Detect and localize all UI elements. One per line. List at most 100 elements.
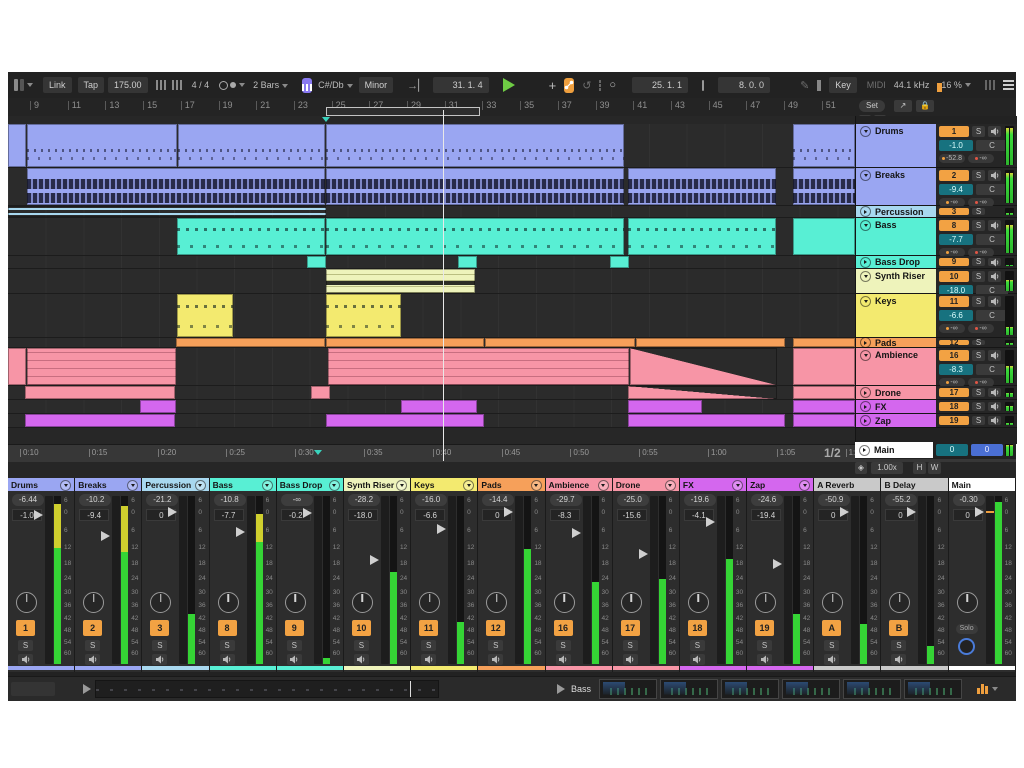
cpu-load-label[interactable]: 16 %: [941, 80, 962, 90]
mixer-strip-fx[interactable]: FX-19.6-4.160612182430364248546018S: [680, 478, 747, 672]
solo-button[interactable]: S: [972, 220, 985, 231]
clip-bass[interactable]: [793, 218, 855, 255]
device-thumbnail[interactable]: [599, 679, 657, 699]
clip-fx[interactable]: [140, 400, 176, 413]
clip-pads[interactable]: [793, 338, 855, 347]
fader-track[interactable]: [583, 496, 591, 664]
fader-handle[interactable]: [101, 531, 110, 541]
fader-track[interactable]: [179, 496, 187, 664]
strip-number-button[interactable]: 2: [83, 620, 102, 636]
fader-track[interactable]: [381, 496, 389, 664]
volume-field[interactable]: -19.4: [751, 509, 781, 521]
fader-track[interactable]: [918, 496, 926, 664]
clip-zap[interactable]: [628, 414, 785, 427]
fold-icon[interactable]: [860, 271, 871, 282]
track-volume-field[interactable]: -6.6: [939, 310, 973, 321]
strip-solo-button[interactable]: S: [354, 640, 369, 651]
track-number-button[interactable]: 12: [939, 340, 969, 345]
fold-icon[interactable]: [860, 401, 871, 412]
send-b-field[interactable]: -∞: [968, 324, 994, 333]
peak-level-field[interactable]: -50.9: [818, 494, 850, 506]
track-lane-bass-drop[interactable]: [8, 256, 855, 269]
solo-button[interactable]: S: [972, 350, 985, 361]
device-thumbnail[interactable]: [843, 679, 901, 699]
track-number-button[interactable]: 10: [939, 271, 969, 282]
speaker-preview-icon[interactable]: ◈: [855, 462, 867, 474]
strip-monitor-icon[interactable]: [421, 654, 436, 665]
peak-level-field[interactable]: -25.0: [617, 494, 649, 506]
strip-solo-button[interactable]: S: [152, 640, 167, 651]
strip-monitor-icon[interactable]: [891, 654, 906, 665]
strip-fold-icon[interactable]: [463, 480, 474, 491]
track-header-zap[interactable]: Zap19S: [856, 414, 1017, 428]
track-volume-field[interactable]: -7.7: [939, 234, 973, 245]
clip-preview-play-icon[interactable]: [83, 684, 91, 694]
strip-number-button[interactable]: 16: [554, 620, 573, 636]
clip-bass-drop[interactable]: [610, 256, 629, 268]
loop-region[interactable]: [326, 107, 480, 116]
strip-number-button[interactable]: 8: [218, 620, 237, 636]
clip-drone[interactable]: [311, 386, 330, 399]
track-header-fx[interactable]: FX18S: [856, 400, 1017, 414]
fader-track[interactable]: [314, 496, 322, 664]
peak-level-field[interactable]: -0.30: [953, 494, 985, 506]
link-button[interactable]: Link: [43, 77, 72, 93]
fader-handle[interactable]: [437, 524, 446, 534]
clip-ambience[interactable]: [8, 348, 26, 385]
solo-button[interactable]: S: [972, 258, 985, 266]
strip-solo-button[interactable]: S: [421, 640, 436, 651]
loop-start-field[interactable]: 25. 1. 1: [632, 77, 688, 93]
clip-keys[interactable]: [326, 294, 401, 337]
mixer-strip-a-reverb[interactable]: A Reverb-50.90606121824303642485460AS: [814, 478, 881, 672]
peak-level-field[interactable]: -16.0: [415, 494, 447, 506]
monitor-speaker-icon[interactable]: [988, 388, 1001, 397]
strip-monitor-icon[interactable]: [690, 654, 705, 665]
device-thumbnail[interactable]: [782, 679, 840, 699]
clip-fx[interactable]: [401, 400, 477, 413]
nudge-up-icon[interactable]: [172, 80, 184, 90]
fold-icon[interactable]: [860, 257, 871, 268]
main-track-header[interactable]: Main 0 0: [855, 442, 1016, 459]
pan-knob[interactable]: [83, 592, 104, 613]
clip-drone[interactable]: [793, 386, 855, 399]
solo-button[interactable]: S: [972, 170, 985, 181]
peak-level-field[interactable]: -55.2: [885, 494, 917, 506]
track-number-button[interactable]: 2: [939, 170, 969, 181]
monitor-speaker-icon[interactable]: [988, 170, 1001, 181]
time-signature-field[interactable]: 4 / 4: [192, 80, 210, 90]
mixer-strip-keys[interactable]: Keys-16.0-6.660612182430364248546011S: [411, 478, 478, 672]
clip-drums[interactable]: [8, 124, 26, 167]
clip-pads[interactable]: [636, 338, 785, 347]
strip-solo-button[interactable]: S: [18, 640, 33, 651]
monitor-speaker-icon[interactable]: [988, 350, 1001, 361]
send-b-field[interactable]: -∞: [968, 154, 994, 163]
clip-zap[interactable]: [793, 414, 855, 427]
monitor-speaker-icon[interactable]: [988, 402, 1001, 411]
main-volume-field[interactable]: 0: [936, 444, 968, 456]
pan-knob[interactable]: [352, 592, 373, 613]
strip-number-button[interactable]: 19: [755, 620, 774, 636]
punch-in-icon[interactable]: [695, 84, 696, 86]
mixer-strip-main[interactable]: Main-0.300606121824303642485460Solo: [949, 478, 1016, 672]
strip-solo-button[interactable]: S: [556, 640, 571, 651]
track-pan-field[interactable]: C: [976, 140, 1008, 151]
track-number-button[interactable]: 1: [939, 126, 969, 137]
clip-bass[interactable]: [177, 218, 325, 255]
punch-out-icon[interactable]: [709, 84, 710, 86]
strip-fold-icon[interactable]: [598, 480, 609, 491]
track-number-button[interactable]: 18: [939, 402, 969, 411]
pan-knob[interactable]: [957, 592, 978, 613]
fader-track[interactable]: [112, 496, 120, 664]
track-number-button[interactable]: 16: [939, 350, 969, 361]
fader-handle[interactable]: [34, 510, 43, 520]
volume-field[interactable]: -15.6: [617, 509, 647, 521]
monitor-speaker-icon[interactable]: [988, 416, 1001, 425]
device-thumbnail[interactable]: [660, 679, 718, 699]
clip-ambience[interactable]: [793, 348, 855, 385]
fold-icon[interactable]: [860, 387, 871, 398]
clip-drums[interactable]: [27, 124, 177, 167]
track-header-drums[interactable]: Drums1S-1.0C-52.8-∞: [856, 124, 1017, 168]
track-header-bass-drop[interactable]: Bass Drop9S: [856, 256, 1017, 269]
strip-number-button[interactable]: 12: [486, 620, 505, 636]
track-header-breaks[interactable]: Breaks2S-9.4C-∞-∞: [856, 168, 1017, 206]
